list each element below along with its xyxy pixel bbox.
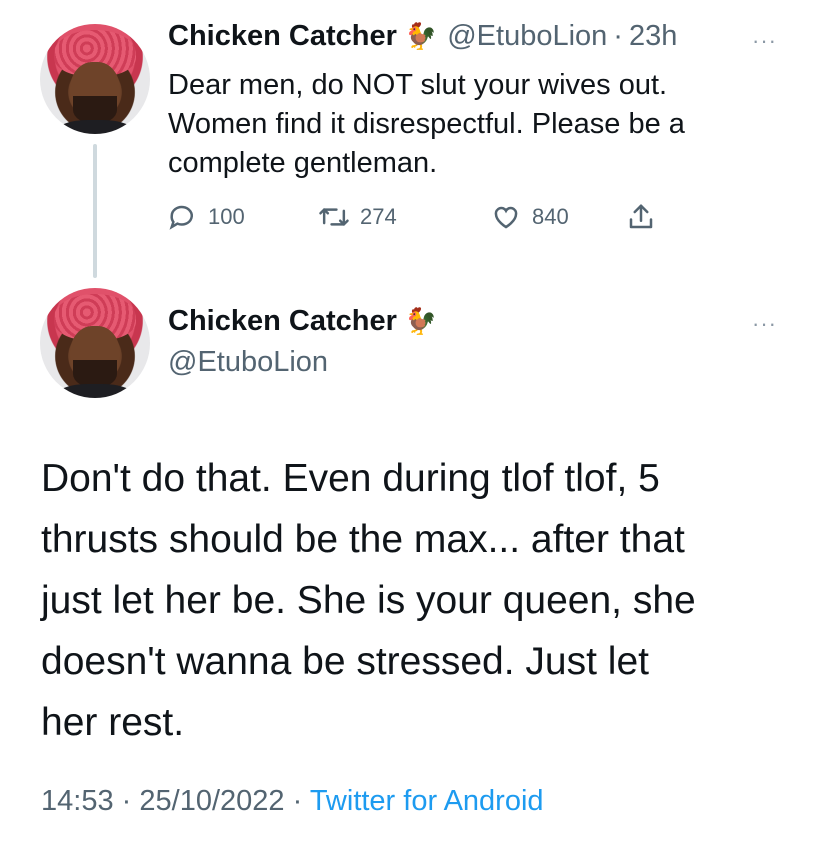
like-icon [494,206,518,229]
share-icon [629,204,653,229]
parent-tweet-text: Dear men, do NOT slut your wives out. Wo… [168,66,685,183]
reply-button[interactable]: 100 [168,202,318,232]
retweet-count: 274 [360,204,397,229]
more-icon[interactable]: ··· [752,28,777,54]
like-count: 840 [532,204,569,229]
timestamp[interactable]: 23h [629,20,677,53]
retweet-button[interactable]: 274 [318,202,490,232]
rooster-emoji: 🐓 [404,21,438,51]
tweet-time[interactable]: 14:53 [41,785,114,817]
reply-count: 100 [208,204,245,229]
tweet-line: doesn't wanna be stressed. Just let [41,640,649,683]
parent-tweet-header: Chicken Catcher 🐓 @EtuboLion · 23h [168,20,677,53]
share-button[interactable] [626,202,666,232]
tweet-line: Dear men, do NOT slut your wives out. [168,69,668,101]
tweet-line: complete gentleman. [168,147,438,179]
thread-connector-line [93,144,97,278]
tweet-line: Don't do that. Even during tlof tlof, 5 [41,457,660,500]
author-name[interactable]: Chicken Catcher [168,20,397,53]
like-button[interactable]: 840 [490,202,626,232]
avatar[interactable] [40,288,150,398]
tweet-meta-footer: 14:53 · 25/10/2022 · Twitter for Android [41,785,544,818]
author-handle[interactable]: @EtuboLion [168,346,328,379]
main-tweet-header: Chicken Catcher 🐓 [168,305,447,338]
avatar[interactable] [40,24,150,134]
separator-dot: · [292,785,303,817]
main-tweet-text: Don't do that. Even during tlof tlof, 5 … [41,448,801,753]
tweet-date[interactable]: 25/10/2022 [139,785,284,817]
more-icon[interactable]: ··· [752,311,777,337]
tweet-line: thrusts should be the max... after that [41,518,685,561]
retweet-icon [319,208,349,226]
tweet-line: just let her be. She is your queen, she [41,579,696,622]
author-name[interactable]: Chicken Catcher [168,305,397,338]
separator-dot: · [121,785,132,817]
tweet-actions: 100 274 840 [168,202,666,232]
author-handle[interactable]: @EtuboLion [447,20,607,53]
rooster-emoji: 🐓 [404,306,438,336]
tweet-line: Women find it disrespectful. Please be a [168,108,685,140]
tweet-source-link[interactable]: Twitter for Android [310,785,544,817]
tweet-line: her rest. [41,701,185,744]
reply-icon [169,205,193,230]
separator-dot: · [613,20,623,52]
